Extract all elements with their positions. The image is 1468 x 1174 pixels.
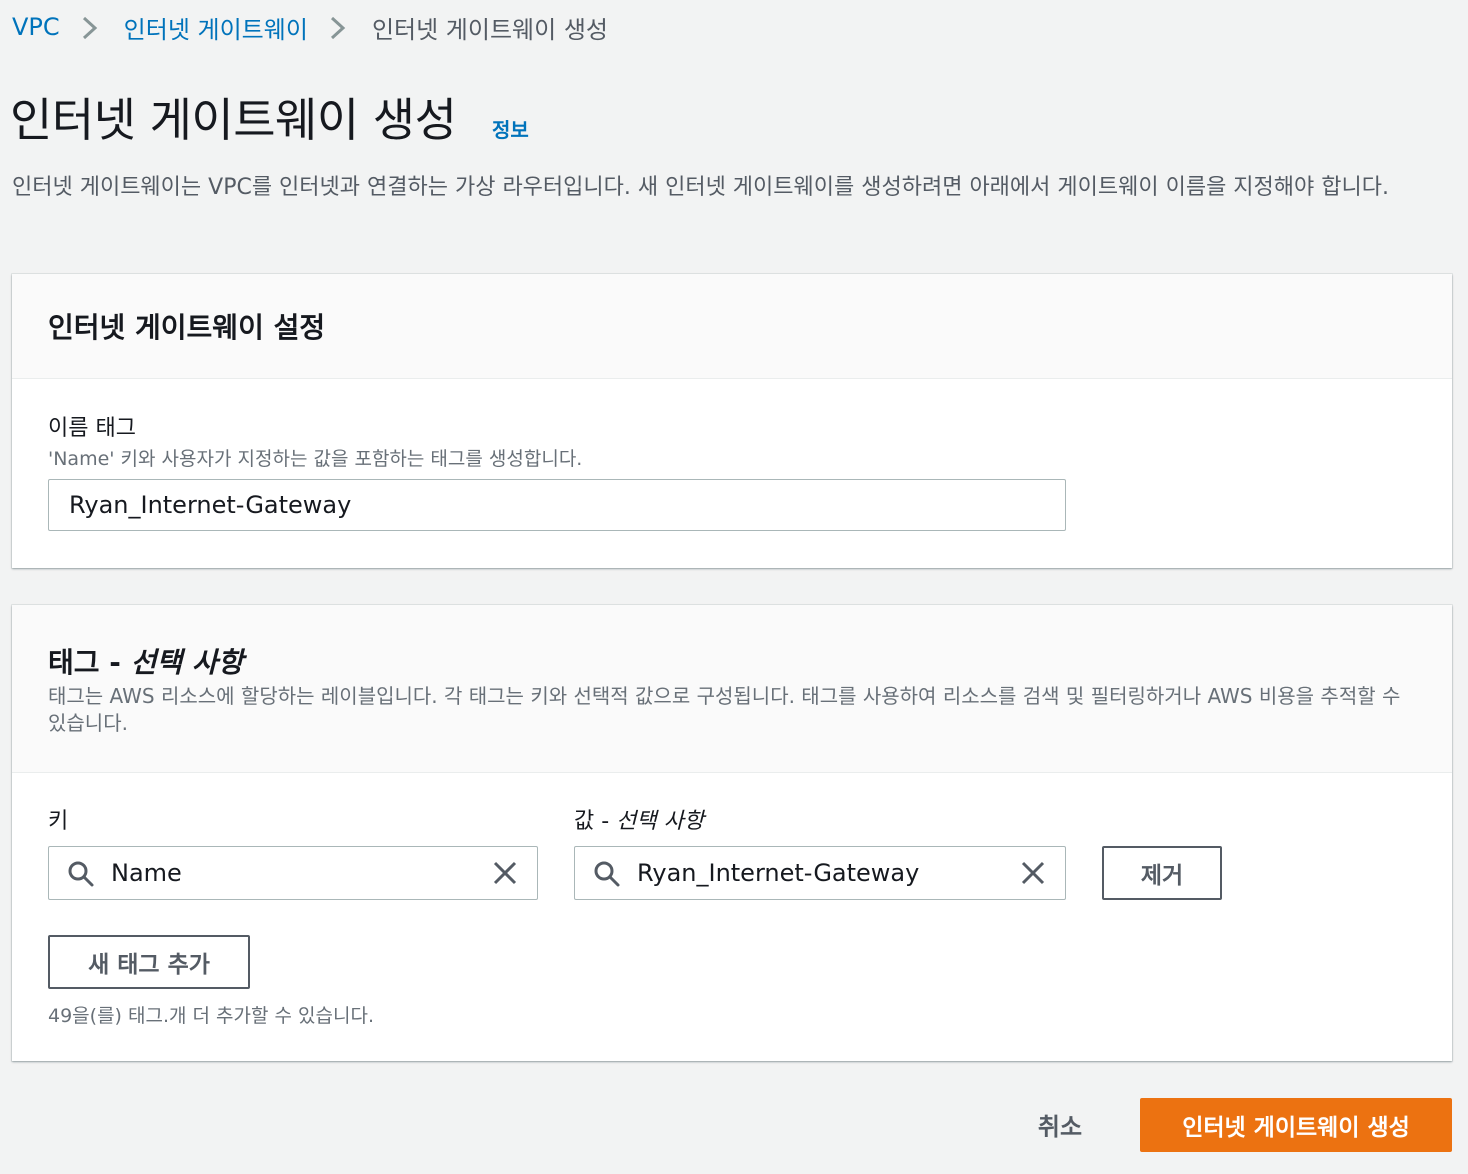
create-internet-gateway-button[interactable]: 인터넷 게이트웨이 생성	[1140, 1098, 1452, 1152]
tags-title: 태그 - 선택 사항	[48, 641, 243, 681]
tag-value-value: Ryan_Internet-Gateway	[637, 859, 920, 887]
search-icon	[67, 860, 95, 894]
search-icon	[593, 860, 621, 894]
clear-icon[interactable]	[491, 859, 519, 893]
tag-key-input[interactable]: Name	[48, 846, 538, 900]
tags-panel: 태그 - 선택 사항 태그는 AWS 리소스에 할당하는 레이블입니다. 각 태…	[12, 605, 1452, 1061]
name-tag-label: 이름 태그	[48, 416, 136, 441]
tag-value-input[interactable]: Ryan_Internet-Gateway	[574, 846, 1066, 900]
tags-description: 태그는 AWS 리소스에 할당하는 레이블입니다. 각 태그는 키와 선택적 값…	[48, 684, 1401, 735]
breadcrumb-vpc-link[interactable]: VPC	[12, 13, 60, 41]
breadcrumb-current: 인터넷 게이트웨이 생성	[371, 15, 608, 44]
remove-tag-button[interactable]: 제거	[1102, 846, 1222, 900]
gateway-settings-header: 인터넷 게이트웨이 설정	[12, 274, 1452, 379]
tag-value-label-text: 값 -	[574, 809, 617, 834]
name-tag-input[interactable]: Ryan_Internet-Gateway	[48, 479, 1066, 531]
name-tag-hint: 'Name' 키와 사용자가 지정하는 값을 포함하는 태그를 생성합니다.	[48, 448, 583, 470]
gateway-settings-title: 인터넷 게이트웨이 설정	[48, 311, 326, 344]
name-tag-value: Ryan_Internet-Gateway	[69, 491, 352, 519]
gateway-settings-panel: 인터넷 게이트웨이 설정 이름 태그 'Name' 키와 사용자가 지정하는 값…	[12, 274, 1452, 568]
tag-key-value: Name	[111, 859, 182, 887]
breadcrumb: VPC 인터넷 게이트웨이 인터넷 게이트웨이 생성	[12, 10, 608, 44]
tag-value-label: 값 - 선택 사항	[574, 803, 704, 835]
breadcrumb-internet-gateways-link[interactable]: 인터넷 게이트웨이	[124, 10, 308, 45]
tags-title-text: 태그 -	[48, 646, 131, 679]
page-title: 인터넷 게이트웨이 생성	[10, 93, 457, 147]
tag-value-label-optional: 선택 사항	[616, 809, 705, 834]
clear-icon[interactable]	[1019, 859, 1047, 893]
info-link[interactable]: 정보	[492, 114, 529, 143]
chevron-right-icon	[308, 12, 372, 42]
tag-key-label: 키	[48, 809, 69, 834]
page-description: 인터넷 게이트웨이는 VPC를 인터넷과 연결하는 가상 라우터입니다. 새 인…	[12, 175, 1389, 200]
add-tag-button[interactable]: 새 태그 추가	[48, 935, 250, 989]
chevron-right-icon	[60, 12, 124, 42]
tags-title-optional: 선택 사항	[130, 646, 244, 679]
remaining-tags-hint: 49을(를) 태그.개 더 추가할 수 있습니다.	[48, 1005, 374, 1027]
cancel-button[interactable]: 취소	[1020, 1102, 1100, 1146]
tags-header: 태그 - 선택 사항 태그는 AWS 리소스에 할당하는 레이블입니다. 각 태…	[12, 605, 1452, 773]
